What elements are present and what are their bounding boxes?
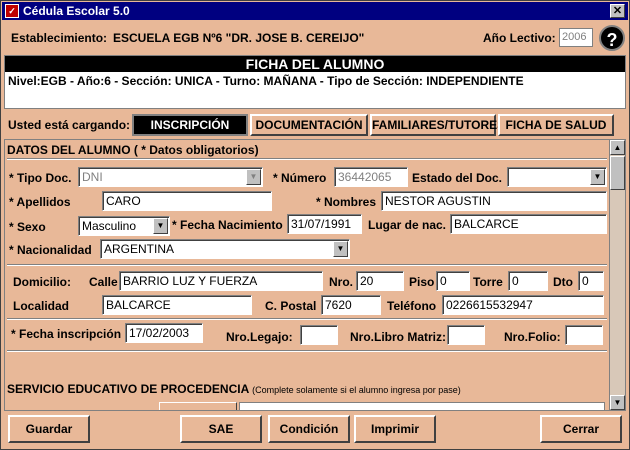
telefono-label: Teléfono [387,299,437,313]
localidad-field[interactable]: BALCARCE [102,295,252,315]
help-icon[interactable]: ? [599,25,625,51]
nacionalidad-select[interactable]: ARGENTINA ▼ [100,239,350,259]
divider [7,158,607,160]
libro-matriz-label: Nro.Libro Matriz: [350,330,446,344]
fecha-nacimiento-label: * Fecha Nacimiento [172,218,283,232]
nacionalidad-value: ARGENTINA [104,242,175,256]
chevron-down-icon[interactable]: ▼ [590,169,605,185]
tabs-label: Usted está cargando: [8,118,131,132]
window-title: Cédula Escolar 5.0 [23,4,130,18]
folio-label: Nro.Folio: [504,330,561,344]
chevron-down-icon[interactable]: ▼ [153,218,168,234]
nro-label: Nro. [329,275,353,289]
divider [7,350,607,352]
ficha-title: FICHA DEL ALUMNO [5,56,625,72]
tabs-row: Usted está cargando: INSCRIPCIÓN DOCUMEN… [4,112,626,138]
fecha-inscripcion-field[interactable]: 17/02/2003 [125,323,203,343]
main-window: ✓ Cédula Escolar 5.0 ✕ Establecimiento: … [0,0,630,450]
folio-field[interactable] [565,325,603,345]
nombres-label: * Nombres [316,195,377,209]
tab-documentacion[interactable]: DOCUMENTACIÓN [250,114,368,136]
app-icon: ✓ [5,4,19,18]
chevron-down-icon[interactable]: ▼ [333,241,348,257]
telefono-field[interactable]: 0226615532947 [442,295,604,315]
servicio-title: SERVICIO EDUCATIVO DE PROCEDENCIA (Compl… [7,382,461,396]
fecha-inscripcion-label: * Fecha inscripción [11,327,122,341]
cerrar-button[interactable]: Cerrar [540,415,622,443]
divider [7,318,607,320]
codigo-postal-label: C. Postal [265,299,317,313]
numero-field[interactable]: 36442065 [334,167,408,187]
calle-field[interactable]: BARRIO LUZ Y FUERZA [119,271,323,291]
ficha-panel: FICHA DEL ALUMNO Nivel:EGB - Año:6 - Sec… [4,55,626,109]
libro-matriz-field[interactable] [447,325,485,345]
estado-doc-label: Estado del Doc. [412,171,503,185]
apellidos-field[interactable]: CARO [102,191,272,211]
tab-inscripcion[interactable]: INSCRIPCIÓN [132,114,248,136]
torre-field[interactable]: 0 [508,271,548,291]
condicion-button[interactable]: Condición [268,415,350,443]
form-panel: DATOS DEL ALUMNO ( * Datos obligatorios)… [4,139,626,411]
title-bar: ✓ Cédula Escolar 5.0 ✕ [2,2,628,20]
sexo-select[interactable]: Masculino ▼ [78,216,170,236]
piso-field[interactable]: 0 [436,271,470,291]
nro-field[interactable]: 20 [356,271,404,291]
tab-familiares-tutores[interactable]: FAMILIARES/TUTORES [370,114,505,136]
lugar-nac-label: Lugar de nac. [368,218,447,232]
tipo-doc-value: DNI [82,170,103,184]
ficha-info-line: Nivel:EGB - Año:6 - Sección: UNICA - Tur… [8,74,524,88]
domicilio-label: Domicilio: [13,275,72,289]
torre-label: Torre [473,275,503,289]
servicio-title-text: SERVICIO EDUCATIVO DE PROCEDENCIA [7,382,249,396]
divider [7,264,607,266]
tipo-doc-select[interactable]: DNI ▼ [78,167,263,187]
dto-label: Dto [553,275,573,289]
establecimiento-value: ESCUELA EGB Nº6 "DR. JOSE B. CEREIJO" [113,31,365,45]
sae-button[interactable]: SAE [180,415,262,443]
scroll-up-icon[interactable]: ▲ [610,140,625,155]
anio-lectivo-field: 2006 [559,28,593,47]
sexo-label: * Sexo [9,220,46,234]
lugar-nac-field[interactable]: BALCARCE [450,214,607,234]
servicio-search-button[interactable] [159,402,237,410]
establecimiento-label: Establecimiento: [11,31,108,45]
servicio-field[interactable] [239,402,605,410]
dto-field[interactable]: 0 [578,271,604,291]
button-bar: Guardar SAE Condición Imprimir Cerrar [4,413,626,447]
piso-label: Piso [409,275,435,289]
vertical-scrollbar[interactable]: ▲ ▼ [609,140,625,410]
calle-label: Calle [89,275,118,289]
scroll-down-icon[interactable]: ▼ [610,395,625,410]
codigo-postal-field[interactable]: 7620 [321,295,381,315]
sexo-value: Masculino [82,219,137,233]
nacionalidad-label: * Nacionalidad [9,243,92,257]
numero-label: * Número [273,171,327,185]
tab-ficha-de-salud[interactable]: FICHA DE SALUD [498,114,614,136]
anio-lectivo-label: Año Lectivo: [483,31,556,45]
header: Establecimiento: ESCUELA EGB Nº6 "DR. JO… [3,21,627,54]
chevron-down-icon[interactable]: ▼ [246,169,261,185]
scroll-thumb[interactable] [610,156,625,190]
legajo-label: Nro.Legajo: [226,330,293,344]
section-title: DATOS DEL ALUMNO ( * Datos obligatorios) [7,143,259,157]
nombres-field[interactable]: NESTOR AGUSTIN [381,191,607,211]
tipo-doc-label: * Tipo Doc. [9,171,72,185]
localidad-label: Localidad [13,299,70,313]
fecha-nacimiento-field[interactable]: 31/07/1991 [287,214,362,234]
imprimir-button[interactable]: Imprimir [354,415,436,443]
close-icon[interactable]: ✕ [610,4,625,18]
estado-doc-select[interactable]: ▼ [507,167,607,187]
apellidos-label: * Apellidos [9,195,71,209]
guardar-button[interactable]: Guardar [8,415,90,443]
legajo-field[interactable] [300,325,338,345]
servicio-note: (Complete solamente si el alumno ingresa… [252,385,461,395]
